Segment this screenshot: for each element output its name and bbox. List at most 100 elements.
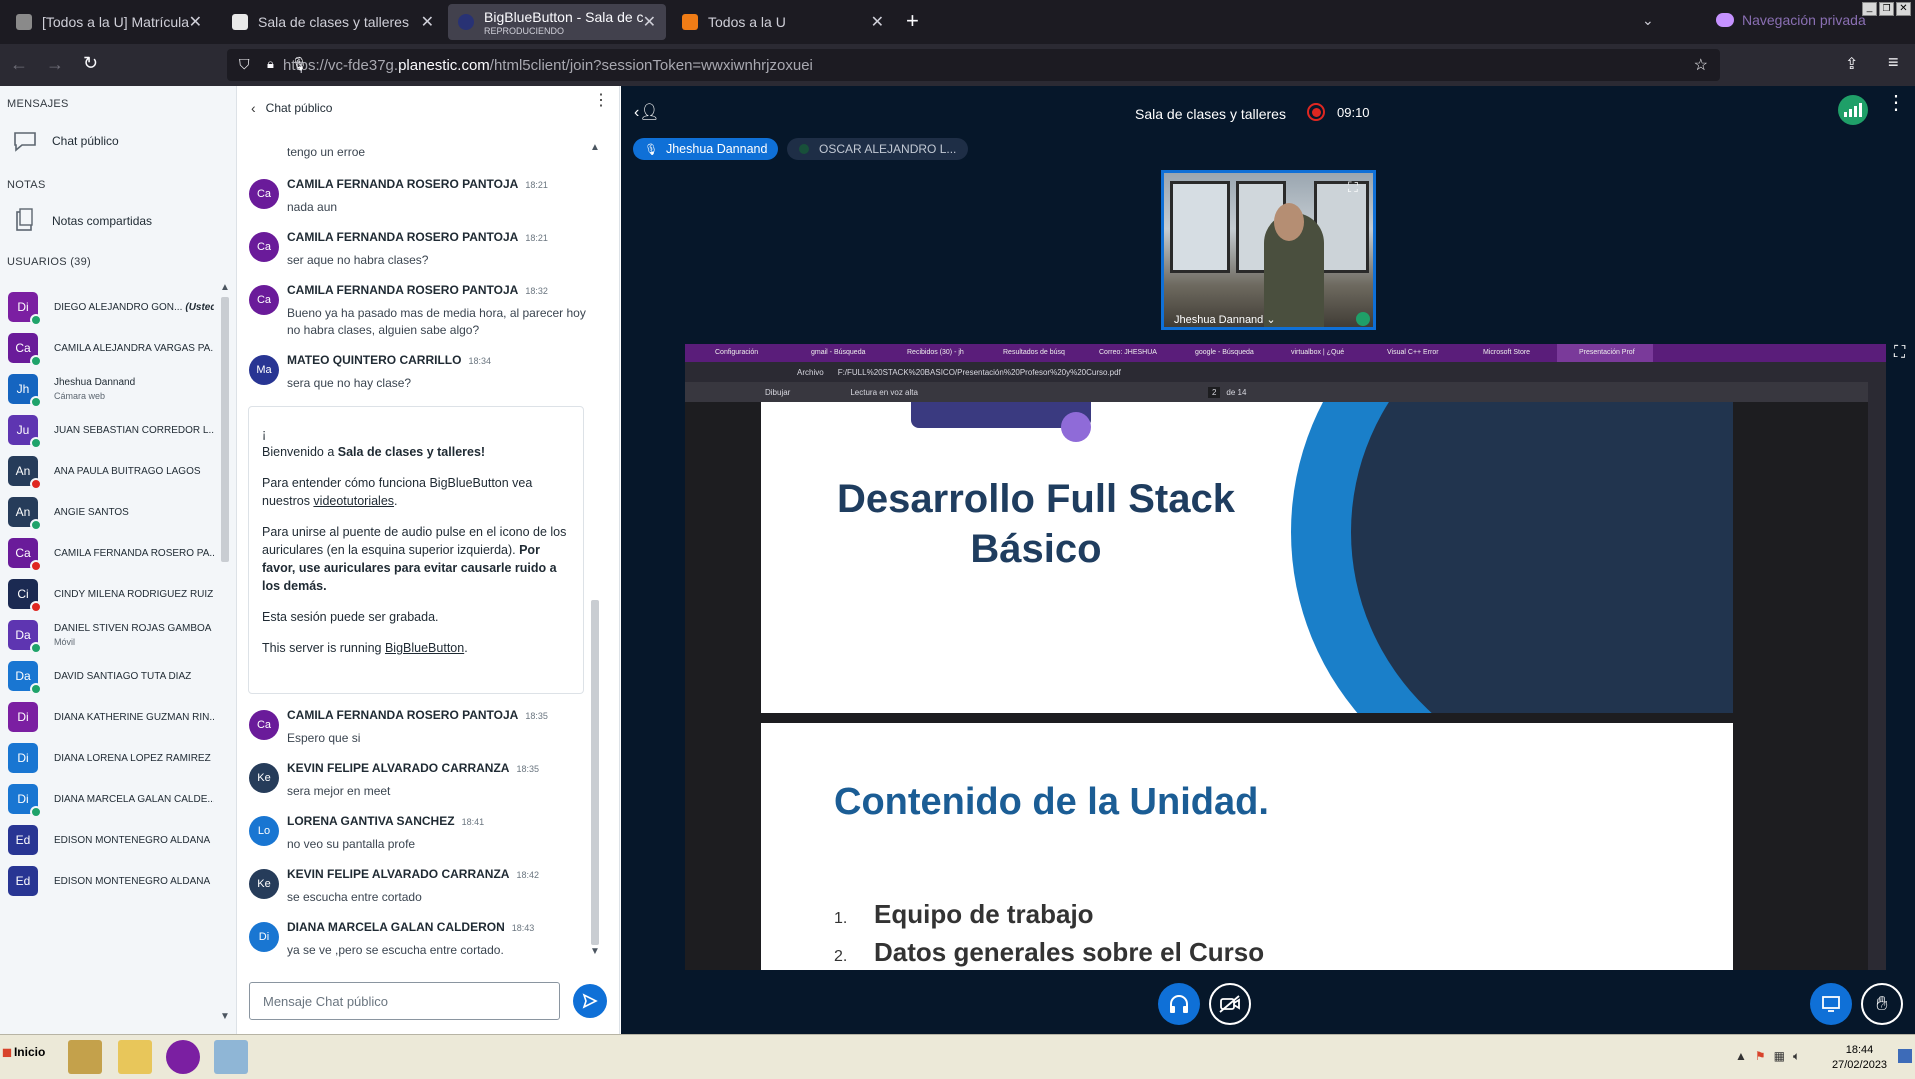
clock-time: 18:44 — [1845, 1044, 1874, 1056]
back-arrow-icon[interactable]: ← — [10, 54, 28, 75]
scroll-down-icon[interactable]: ▼ — [589, 946, 601, 957]
restore-button[interactable]: ❐ — [1879, 2, 1894, 16]
minimize-button[interactable]: _ — [1862, 2, 1877, 16]
webcam-video[interactable]: ⛶ Jheshua Dannand ⌄ — [1161, 170, 1376, 330]
user-list-item[interactable]: An ANA PAULA BUITRAGO LAGOS — [8, 448, 218, 494]
user-avatar: Di — [8, 784, 42, 818]
presentation-fullscreen-icon[interactable]: ⛶ — [1894, 344, 1905, 362]
close-tab-icon[interactable]: ✕ — [643, 12, 656, 32]
tray-volume-icon[interactable]: 🔈︎ — [1793, 1049, 1800, 1064]
url-bar[interactable]: ⛉ 🔒︎ 🎙︎ https://vc-fde37g. planestic.com /… — [227, 49, 1720, 81]
user-list-item[interactable]: Di DIANA KATHERINE GUZMAN RIN... — [8, 694, 218, 740]
list-text: Datos generales sobre el Curso — [874, 937, 1265, 967]
shared-notes-nav-item[interactable]: Notas compartidas — [12, 208, 152, 234]
new-tab-button[interactable]: + — [906, 8, 919, 34]
presentation-toggle-button[interactable] — [1810, 983, 1852, 1025]
scroll-up-icon[interactable]: ▲ — [589, 142, 601, 153]
user-list-item[interactable]: Da DAVID SANTIAGO TUTA DIAZ — [8, 653, 218, 699]
user-list-item[interactable]: Di DIANA LORENA LOPEZ RAMIREZ — [8, 735, 218, 781]
message-text: nada aun — [287, 200, 338, 214]
private-label: Navegación privada — [1742, 12, 1866, 28]
chat-message-input[interactable]: Mensaje Chat público — [249, 982, 560, 1020]
fullscreen-icon[interactable]: ⛶ — [1348, 179, 1358, 196]
microphone-permission-icon[interactable]: 🎙︎ — [291, 56, 308, 72]
chat-scrollbar[interactable]: ▲ ▼ — [589, 142, 601, 957]
bigbluebutton-link[interactable]: BigBlueButton — [385, 641, 464, 655]
folder-app-icon[interactable] — [118, 1040, 152, 1074]
start-button[interactable]: ◼ Inicio — [2, 1045, 45, 1059]
window-controls: _ ❐ ✕ — [1862, 2, 1911, 16]
scroll-down-icon[interactable]: ▼ — [219, 1011, 231, 1022]
user-list-item[interactable]: Di DIANA MARCELA GALAN CALDE... — [8, 776, 218, 822]
inner-file-label: Archivo — [797, 367, 824, 377]
message-time: 18:43 — [511, 923, 535, 933]
taskbar-clock[interactable]: 18:44 27/02/2023 — [1832, 1043, 1887, 1073]
taskbar-app-icon[interactable] — [68, 1040, 102, 1074]
close-tab-icon[interactable]: ✕ — [871, 12, 884, 32]
user-list-item[interactable]: Ca CAMILA ALEJANDRA VARGAS PA... — [8, 325, 218, 371]
user-list-item[interactable]: Ed EDISON MONTENEGRO ALDANA — [8, 817, 218, 863]
audio-button[interactable] — [1158, 983, 1200, 1025]
close-tab-icon[interactable]: ✕ — [421, 12, 434, 32]
hand-icon: ✋︎ — [1876, 992, 1888, 1015]
talker-pill-active[interactable]: 🎙︎ Jheshua Dannand — [633, 138, 779, 160]
recording-indicator[interactable]: 09:10 — [1307, 103, 1370, 121]
options-menu-icon[interactable]: ⋮ — [1886, 93, 1906, 113]
shield-icon[interactable]: ⛉ — [239, 56, 250, 73]
hide-chat-chevron-icon[interactable]: ‹ — [251, 100, 256, 116]
user-list-item[interactable]: Di DIEGO ALEJANDRO GON...(Usted) — [8, 284, 218, 330]
bookmark-star-icon[interactable]: ☆ — [1694, 55, 1708, 75]
raise-hand-button[interactable]: ✋︎ — [1861, 983, 1903, 1025]
user-list-item[interactable]: Ed EDISON MONTENEGRO ALDANA — [8, 858, 218, 904]
scrollbar-thumb[interactable] — [221, 297, 229, 562]
connection-status-icon[interactable] — [1838, 95, 1868, 125]
tray-expand-icon[interactable]: ▲ — [1735, 1049, 1747, 1064]
tray-network-icon[interactable]: ▦ — [1774, 1049, 1785, 1064]
list-text: Equipo de trabajo — [874, 899, 1094, 929]
tab-bigbluebutton[interactable]: BigBlueButton - Sala de clase REPRODUCIE… — [448, 4, 666, 40]
scrollbar-thumb[interactable] — [591, 600, 599, 945]
chat-input-placeholder: Mensaje Chat público — [263, 994, 389, 1009]
pdf-draw-label: Dibujar — [765, 387, 791, 397]
tab-matricula[interactable]: [Todos a la U] Matrícula e in ✕ — [6, 4, 212, 40]
forward-arrow-icon[interactable]: → — [46, 54, 64, 75]
scroll-up-icon[interactable]: ▲ — [219, 282, 231, 293]
chat-options-icon[interactable]: ⋮ — [593, 93, 609, 109]
menu-icon[interactable]: ≡ — [1888, 52, 1899, 73]
close-window-button[interactable]: ✕ — [1896, 2, 1911, 16]
message-text: ya se ve ,pero se escucha entre cortado. — [287, 943, 504, 957]
tab-todos-a-la-u[interactable]: Todos a la U ✕ — [672, 4, 894, 40]
tab-sala-clases[interactable]: Sala de clases y talleres ✕ — [222, 4, 444, 40]
user-list-item[interactable]: Jh Jheshua Dannand Cámara web — [8, 366, 218, 412]
user-list-item[interactable]: Ci CINDY MILENA RODRIGUEZ RUIZ — [8, 571, 218, 617]
lock-icon[interactable]: 🔒︎ — [267, 56, 274, 72]
tray-alert-icon[interactable]: ⚑ — [1755, 1049, 1766, 1064]
extensions-icon[interactable]: ⇪ — [1845, 54, 1858, 74]
talker-pill-inactive[interactable]: OSCAR ALEJANDRO L... — [787, 138, 969, 160]
webcam-username[interactable]: Jheshua Dannand ⌄ — [1174, 313, 1276, 326]
pdf-read-aloud-label: Lectura en voz alta — [850, 387, 918, 397]
inner-browser-tab: google - Búsqueda — [1195, 349, 1254, 356]
user-list-item[interactable]: Ju JUAN SEBASTIAN CORREDOR L... — [8, 407, 218, 453]
show-desktop-icon[interactable] — [1898, 1049, 1912, 1063]
close-tab-icon[interactable]: ✕ — [189, 12, 202, 32]
user-list-item[interactable]: Ca CAMILA FERNANDA ROSERO PA... — [8, 530, 218, 576]
slide-title: Desarrollo Full Stack Básico — [761, 402, 1733, 713]
tab-list-chevron-icon[interactable]: ⌄ — [1642, 12, 1654, 29]
message-text: no veo su pantalla profe — [287, 837, 416, 851]
tutorials-link[interactable]: videotutoriales — [313, 494, 394, 508]
firefox-private-app-icon[interactable] — [166, 1040, 200, 1074]
reload-icon[interactable]: ↻ — [83, 53, 98, 74]
tab-title: Todos a la U — [708, 14, 786, 30]
user-list-scrollbar[interactable]: ▲ ▼ — [219, 282, 231, 1022]
user-list-item[interactable]: An ANGIE SANTOS — [8, 489, 218, 535]
public-chat-nav-item[interactable]: Chat público — [12, 130, 119, 152]
user-list-item[interactable]: Da DANIEL STIVEN ROJAS GAMBOA Móvil — [8, 612, 218, 658]
favicon-icon — [232, 14, 248, 30]
video-button[interactable] — [1209, 983, 1251, 1025]
virtualbox-app-icon[interactable] — [214, 1040, 248, 1074]
user-list-toggle-icon[interactable]: ‹👤︎ — [634, 102, 660, 122]
send-message-button[interactable] — [573, 984, 607, 1018]
chat-header[interactable]: ‹ Chat público — [251, 100, 332, 116]
user-name: CAMILA FERNANDA ROSERO PA... — [54, 547, 214, 559]
